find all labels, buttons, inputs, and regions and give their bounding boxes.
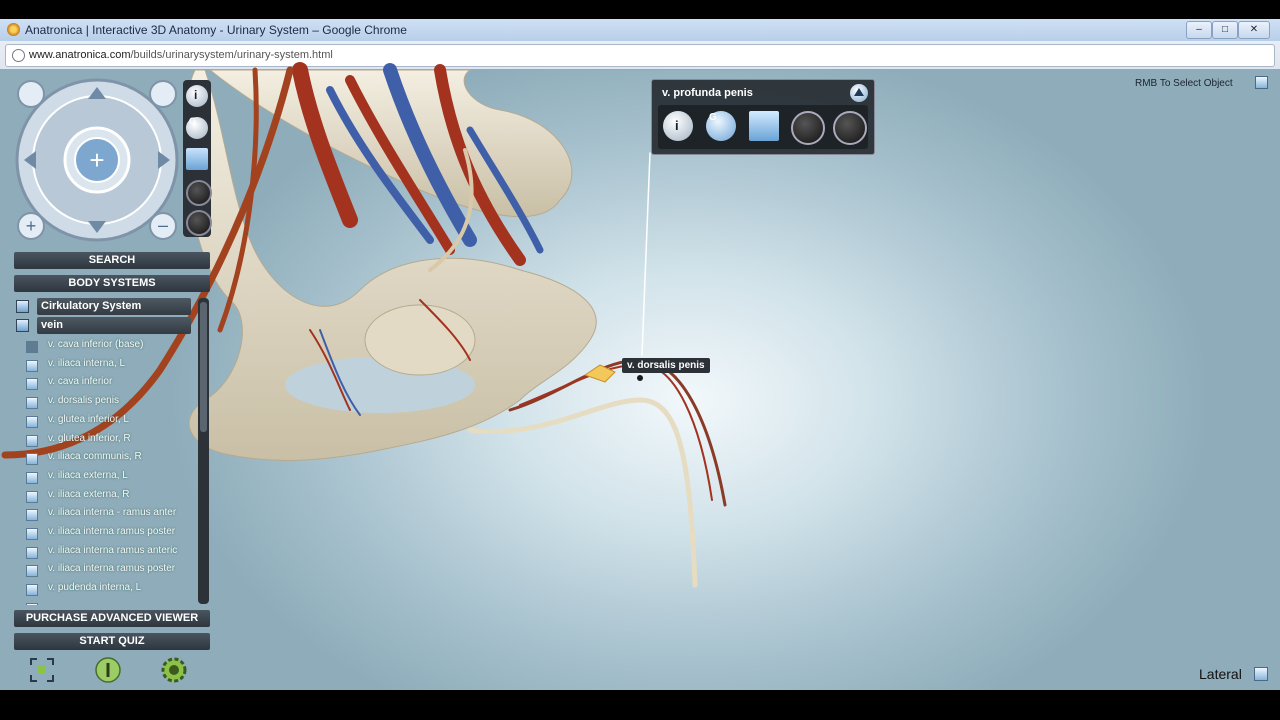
item-checkbox[interactable]	[26, 341, 38, 353]
object-info-glyph: i	[675, 118, 679, 133]
object-dial-2-icon[interactable]	[833, 111, 867, 145]
view-toolbar: i G	[183, 80, 212, 237]
list-item-label: v. pudenda interna, L	[48, 582, 142, 594]
svg-text:–: –	[158, 215, 168, 235]
svg-text:+: +	[89, 145, 104, 175]
collapse-panel-icon[interactable]	[850, 84, 868, 102]
item-checkbox[interactable]	[26, 490, 38, 503]
info-toggle-icon[interactable]: i	[186, 85, 208, 107]
view-toggle-checkbox[interactable]	[1254, 667, 1268, 681]
list-item[interactable]: v. iliaca communis, R	[22, 449, 198, 467]
svg-text:+: +	[26, 216, 37, 236]
item-checkbox[interactable]	[26, 602, 38, 605]
selected-object-panel: v. profunda penis i G	[651, 79, 875, 155]
ghost-toggle-icon[interactable]: G	[186, 116, 208, 139]
list-item-label: v. iliaca interna, L	[48, 357, 126, 369]
rmb-checkbox[interactable]	[1255, 76, 1268, 89]
list-item[interactable]: v. dorsalis penis	[22, 393, 198, 411]
item-checkbox[interactable]	[26, 584, 38, 597]
object-info-icon[interactable]: i	[663, 111, 693, 141]
tree-header-circulatory[interactable]: Cirkulatory System	[16, 298, 192, 315]
purchase-advanced-viewer-button[interactable]: PURCHASE ADVANCED VIEWER	[14, 610, 210, 627]
navigation-wheel[interactable]: + + –	[14, 77, 180, 243]
object-dial-1-icon[interactable]	[791, 111, 825, 145]
list-item-label: v. iliaca interna ramus poster	[48, 526, 176, 537]
list-item[interactable]: v. iliaca interna ramus anteric	[22, 543, 198, 561]
item-checkbox[interactable]	[26, 546, 38, 559]
list-item[interactable]: v. cava inferior (base)	[22, 337, 198, 355]
list-item[interactable]: v. iliaca interna ramus poster	[22, 524, 198, 542]
selected-object-name: v. profunda penis	[662, 87, 753, 99]
list-item-label: v. iliaca interna ramus poster	[48, 563, 176, 575]
dial-1-icon[interactable]	[186, 180, 212, 206]
item-checkbox[interactable]	[26, 397, 38, 410]
vein-checkbox[interactable]	[16, 319, 29, 332]
body-systems-button[interactable]: BODY SYSTEMS	[14, 275, 210, 292]
list-item-label: v. iliaca communis, R	[48, 451, 142, 463]
list-item[interactable]: v. iliaca externa, L	[22, 468, 198, 486]
pubic-bone	[364, 304, 476, 376]
list-item-label: v. dorsalis penis	[48, 395, 119, 407]
item-checkbox[interactable]	[26, 415, 38, 428]
settings-gear-icon[interactable]	[161, 657, 187, 683]
rotate-right-icon[interactable]	[149, 80, 177, 108]
list-item[interactable]: v. iliaca interna - ramus anter	[22, 505, 198, 523]
opacity-square-icon[interactable]	[186, 148, 208, 170]
start-quiz-button[interactable]: START QUIZ	[14, 633, 210, 650]
rmb-hint: RMB To Select Object	[1135, 78, 1233, 89]
list-item[interactable]: v. pudenda interna, L	[22, 580, 198, 598]
list-item[interactable]: v. glutea inferior, R	[22, 431, 198, 449]
list-item[interactable]: v. glutea inferior, L	[22, 412, 198, 430]
list-item-label: v. iliaca externa, L	[48, 469, 128, 481]
list-item-label: v. iliaca interna ramus anteric	[48, 544, 178, 556]
list-item[interactable]: v. iliaca interna ramus poster	[22, 561, 198, 579]
object-controls: i G	[658, 105, 868, 149]
rotate-left-icon[interactable]	[17, 80, 45, 108]
object-ghost-icon[interactable]: G	[706, 111, 736, 141]
tree-header-vein[interactable]: vein	[16, 317, 192, 334]
object-ghost-glyph: G	[709, 112, 717, 123]
list-item-label: v. cava inferior (base)	[48, 339, 144, 350]
dial-2-icon[interactable]	[186, 210, 212, 236]
item-checkbox[interactable]	[26, 434, 38, 447]
circulatory-label: Cirkulatory System	[37, 298, 191, 315]
object-opacity-icon[interactable]	[749, 111, 779, 141]
hover-tooltip: v. dorsalis penis	[622, 358, 710, 373]
item-checkbox[interactable]	[26, 471, 38, 484]
item-checkbox[interactable]	[26, 509, 38, 522]
list-item-partial[interactable]	[22, 599, 198, 605]
list-item-label: v. glutea inferior, L	[48, 413, 129, 425]
list-item-label: v. iliaca interna - ramus anter	[48, 507, 177, 519]
search-button[interactable]: SEARCH	[14, 252, 210, 269]
item-checkbox[interactable]	[26, 359, 38, 372]
view-name-label: Lateral	[1199, 666, 1242, 682]
item-checkbox[interactable]	[26, 378, 38, 391]
info-round-icon[interactable]	[95, 657, 121, 683]
list-item-label: v. glutea inferior, R	[48, 432, 131, 444]
list-scrollbar[interactable]	[198, 298, 209, 604]
list-item-label: v. cava inferior	[48, 376, 113, 388]
info-glyph: i	[194, 88, 198, 102]
item-checkbox[interactable]	[26, 528, 38, 540]
list-item-label: v. iliaca externa, R	[48, 488, 130, 500]
vein-list[interactable]: v. cava inferior (base) v. iliaca intern…	[22, 337, 198, 605]
list-item[interactable]: v. iliaca interna, L	[22, 356, 198, 374]
item-checkbox[interactable]	[26, 565, 38, 578]
scroll-thumb[interactable]	[200, 302, 207, 432]
vein-label: vein	[37, 317, 191, 334]
circulatory-checkbox[interactable]	[16, 300, 29, 313]
item-checkbox[interactable]	[26, 453, 38, 466]
fullscreen-icon[interactable]	[29, 657, 55, 683]
list-item[interactable]: v. cava inferior	[22, 374, 198, 392]
list-item[interactable]: v. iliaca externa, R	[22, 487, 198, 505]
ghost-glyph: G	[189, 116, 197, 126]
